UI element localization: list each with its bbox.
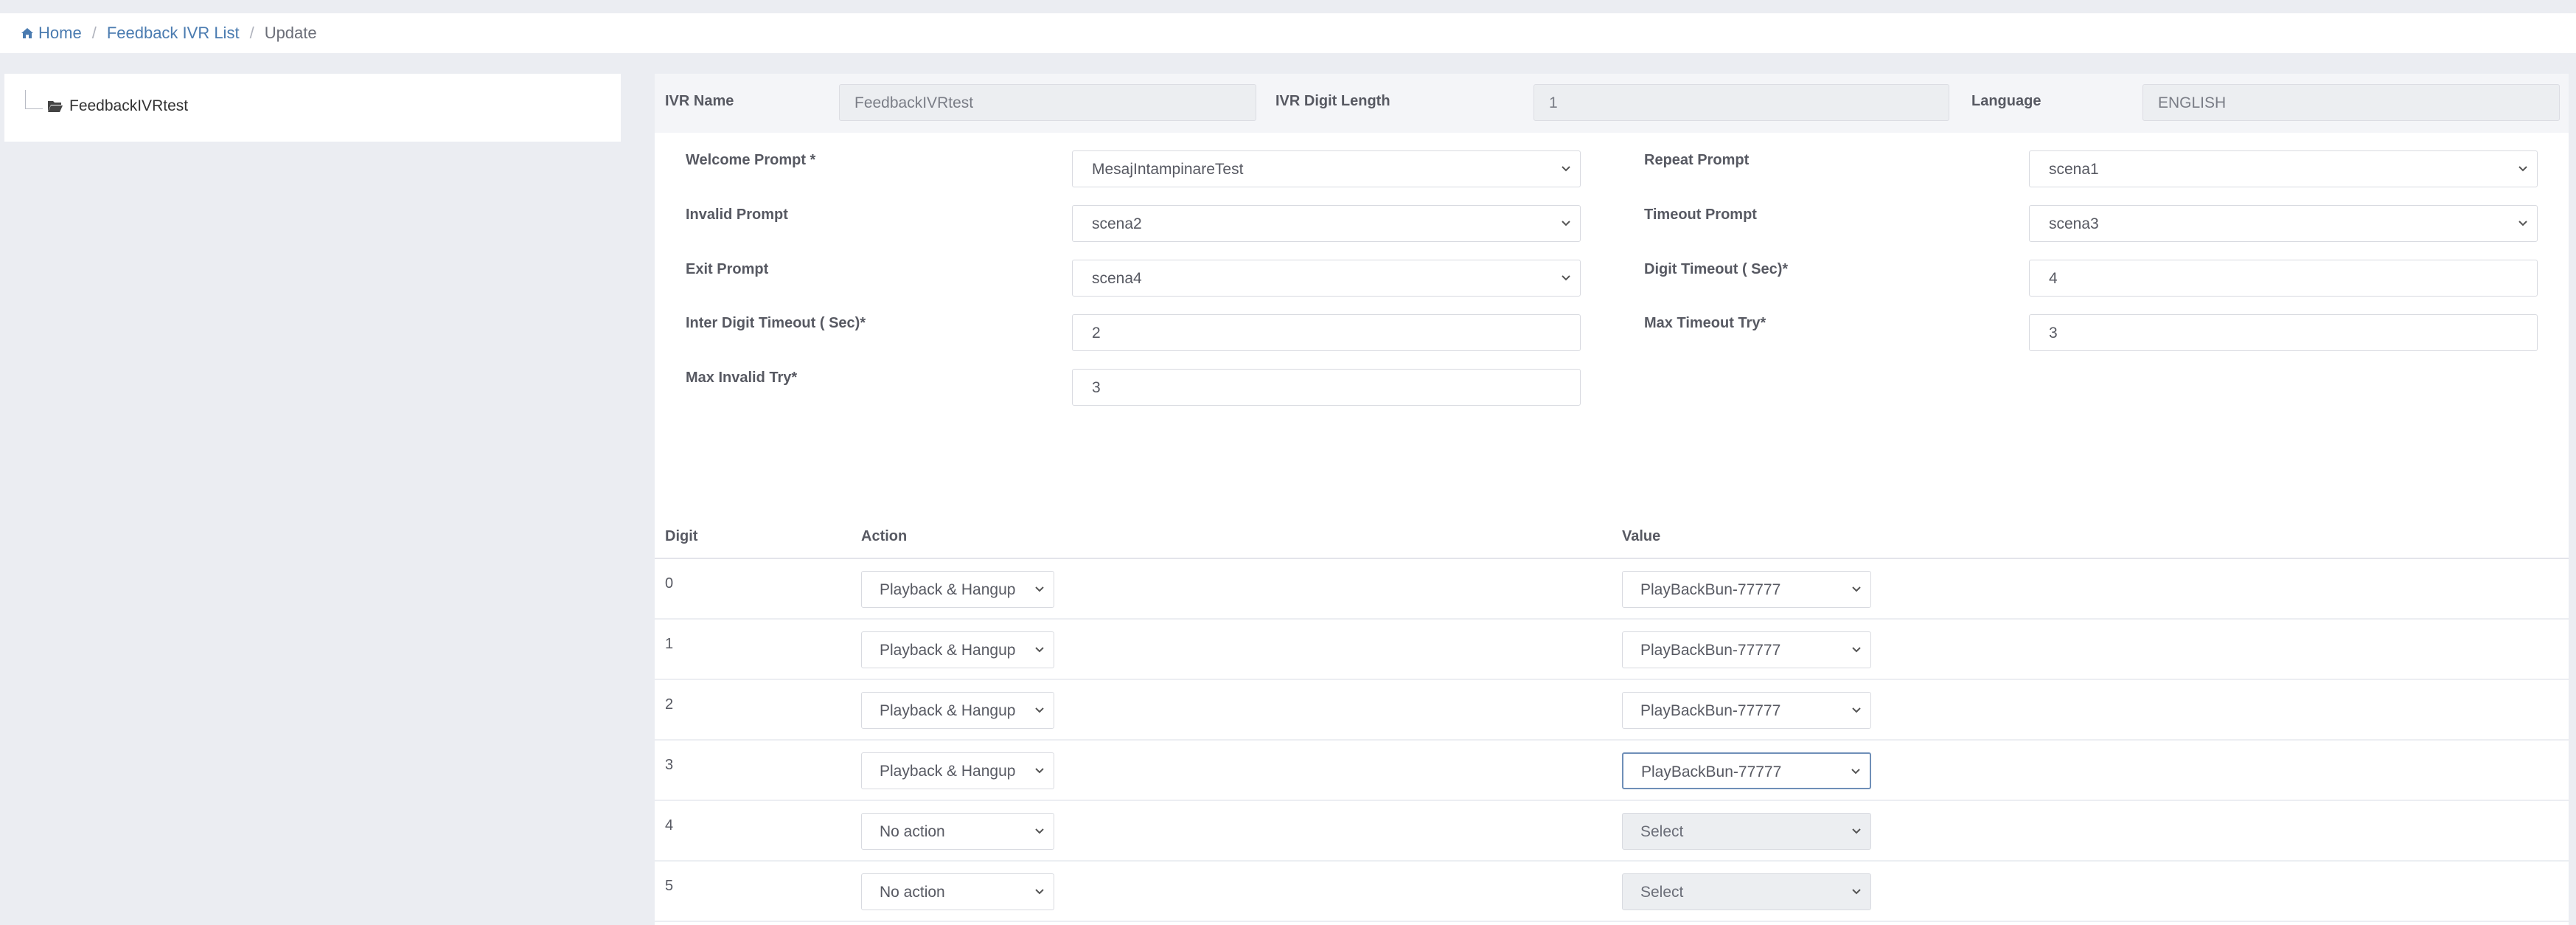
action-value: Playback & Hangup (880, 702, 1016, 719)
breadcrumb-current: Update (264, 24, 317, 42)
value-value: PlayBackBun-77777 (1641, 763, 1782, 780)
chevron-down-icon (2518, 221, 2527, 226)
language-field[interactable]: ENGLISH (2142, 84, 2560, 121)
welcome-prompt-value: MesajIntampinareTest (1092, 161, 1244, 178)
timeout-prompt-select[interactable]: scena3 (2029, 205, 2538, 242)
value-column-header: Value (1622, 528, 1661, 544)
breadcrumb-list-link[interactable]: Feedback IVR List (107, 24, 240, 43)
value-value: Select (1640, 884, 1684, 901)
action-value: Playback & Hangup (880, 642, 1016, 659)
breadcrumb-home-link[interactable]: Home (38, 24, 82, 43)
chevron-down-icon (1562, 166, 1570, 172)
repeat-prompt-select[interactable]: scena1 (2029, 150, 2538, 187)
chevron-down-icon (1851, 769, 1860, 775)
value-select[interactable]: PlayBackBun-77777 (1622, 631, 1871, 668)
chevron-down-icon (1852, 828, 1861, 834)
ivr-header-band: IVR Name FeedbackIVRtest IVR Digit Lengt… (655, 74, 2569, 133)
value-value: PlayBackBun-77777 (1640, 581, 1781, 598)
value-value: PlayBackBun-77777 (1640, 642, 1781, 659)
timeout-prompt-value: scena3 (2049, 215, 2099, 232)
action-select[interactable]: Playback & Hangup (861, 631, 1054, 668)
table-row: 1 Playback & Hangup PlayBackBun-77777 (655, 620, 2569, 680)
value-select[interactable]: PlayBackBun-77777 (1622, 752, 1871, 789)
inter-digit-timeout-input[interactable]: 2 (1072, 314, 1581, 351)
chevron-down-icon (1035, 889, 1044, 895)
action-select[interactable]: Playback & Hangup (861, 752, 1054, 789)
welcome-prompt-select[interactable]: MesajIntampinareTest (1072, 150, 1581, 187)
repeat-prompt-value: scena1 (2049, 161, 2099, 178)
table-row: 4 No action Select (655, 801, 2569, 862)
digit-cell: 3 (665, 757, 674, 773)
value-select[interactable]: PlayBackBun-77777 (1622, 571, 1871, 608)
action-select[interactable]: No action (861, 873, 1054, 910)
chevron-down-icon (1852, 647, 1861, 653)
invalid-prompt-select[interactable]: scena2 (1072, 205, 1581, 242)
repeat-prompt-label: Repeat Prompt (1644, 152, 1750, 168)
max-timeout-try-label: Max Timeout Try* (1644, 315, 1766, 331)
invalid-prompt-label: Invalid Prompt (686, 207, 788, 223)
value-value: Select (1640, 823, 1684, 840)
breadcrumb: Home / Feedback IVR List / Update (0, 13, 2576, 53)
tree-node-label: FeedbackIVRtest (69, 97, 189, 114)
ivr-digit-length-field[interactable]: 1 (1534, 84, 1949, 121)
chevron-down-icon (1035, 768, 1044, 774)
value-value: PlayBackBun-77777 (1640, 702, 1781, 719)
chevron-down-icon (1562, 275, 1570, 281)
chevron-down-icon (1562, 221, 1570, 226)
chevron-down-icon (1852, 889, 1861, 895)
inter-digit-timeout-label: Inter Digit Timeout ( Sec)* (686, 315, 866, 331)
digit-cell: 2 (665, 696, 674, 713)
home-icon (21, 28, 33, 38)
action-value: Playback & Hangup (880, 581, 1016, 598)
chevron-down-icon (1035, 707, 1044, 713)
value-select[interactable]: PlayBackBun-77777 (1622, 692, 1871, 729)
breadcrumb-separator: / (91, 24, 97, 42)
chevron-down-icon (2518, 166, 2527, 172)
action-value: No action (880, 884, 945, 901)
digit-column-header: Digit (665, 528, 698, 544)
digit-cell: 4 (665, 817, 674, 834)
digit-timeout-input[interactable]: 4 (2029, 260, 2538, 297)
ivr-edit-panel: IVR Name FeedbackIVRtest IVR Digit Lengt… (655, 74, 2569, 925)
welcome-prompt-label: Welcome Prompt * (686, 152, 816, 168)
exit-prompt-value: scena4 (1092, 270, 1142, 287)
action-value: No action (880, 823, 945, 840)
ivr-name-field[interactable]: FeedbackIVRtest (839, 84, 1256, 121)
breadcrumb-separator: / (249, 24, 254, 42)
ivr-tree-panel: FeedbackIVRtest (4, 74, 621, 142)
tree-node-feedbackivr[interactable]: FeedbackIVRtest (47, 97, 188, 115)
ivr-name-label: IVR Name (665, 93, 734, 109)
chevron-down-icon (1035, 647, 1044, 653)
action-value: Playback & Hangup (880, 763, 1016, 780)
action-select[interactable]: Playback & Hangup (861, 571, 1054, 608)
chevron-down-icon (1852, 586, 1861, 592)
table-row: 2 Playback & Hangup PlayBackBun-77777 (655, 680, 2569, 741)
digit-cell: 0 (665, 575, 674, 592)
folder-open-icon (48, 101, 63, 112)
digit-cell: 5 (665, 878, 674, 894)
max-timeout-try-input[interactable]: 3 (2029, 314, 2538, 351)
language-label: Language (1971, 93, 2041, 109)
exit-prompt-select[interactable]: scena4 (1072, 260, 1581, 297)
timeout-prompt-label: Timeout Prompt (1644, 207, 1757, 223)
chevron-down-icon (1035, 828, 1044, 834)
action-select[interactable]: Playback & Hangup (861, 692, 1054, 729)
digit-cell: 1 (665, 636, 674, 652)
action-select[interactable]: No action (861, 813, 1054, 850)
tree-connector-line (25, 90, 43, 109)
table-row: 0 Playback & Hangup PlayBackBun-77777 (655, 559, 2569, 620)
exit-prompt-label: Exit Prompt (686, 261, 769, 277)
max-invalid-try-label: Max Invalid Try* (686, 370, 798, 386)
chevron-down-icon (1852, 707, 1861, 713)
max-invalid-try-input[interactable]: 3 (1072, 369, 1581, 406)
invalid-prompt-value: scena2 (1092, 215, 1142, 232)
table-row: 5 No action Select (655, 862, 2569, 922)
digit-timeout-label: Digit Timeout ( Sec)* (1644, 261, 1789, 277)
ivr-digit-length-label: IVR Digit Length (1275, 93, 1390, 109)
chevron-down-icon (1035, 586, 1044, 592)
value-select[interactable]: Select (1622, 813, 1871, 850)
value-select[interactable]: Select (1622, 873, 1871, 910)
action-column-header: Action (861, 528, 908, 544)
table-row: 3 Playback & Hangup PlayBackBun-77777 (655, 741, 2569, 801)
